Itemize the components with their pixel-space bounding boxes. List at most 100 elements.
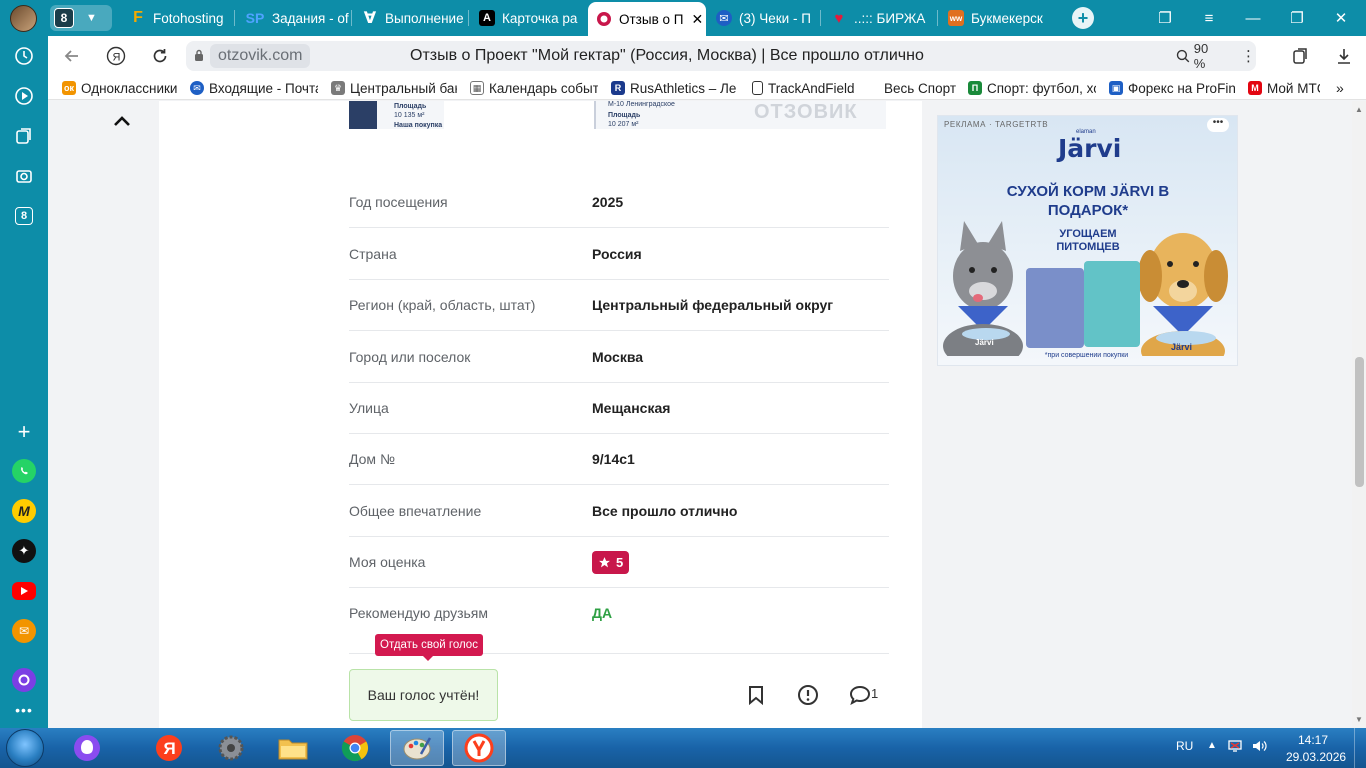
mail-sidebar-icon[interactable]: ✉ bbox=[12, 619, 36, 643]
forall-icon: ∀ bbox=[363, 10, 377, 27]
tab-zadaniya[interactable]: SP Задания - of bbox=[237, 0, 349, 36]
bookmark-odnoklassniki[interactable]: ок Одноклассники bbox=[62, 78, 182, 98]
history-icon[interactable] bbox=[12, 44, 36, 68]
field-value: Мещанская bbox=[592, 400, 671, 416]
page-scrollbar[interactable]: ▲ ▼ bbox=[1352, 101, 1366, 728]
profile-avatar[interactable] bbox=[10, 5, 37, 32]
bookmark-mts[interactable]: М Мой МТС bbox=[1248, 78, 1320, 98]
close-tab-icon[interactable]: ✕ bbox=[691, 11, 703, 28]
camera-icon[interactable] bbox=[12, 164, 36, 188]
file-explorer-icon[interactable] bbox=[266, 730, 320, 766]
report-icon[interactable] bbox=[797, 684, 819, 706]
bookmark-review-icon[interactable] bbox=[745, 684, 767, 706]
domain-chip[interactable]: otzovik.com bbox=[210, 44, 311, 68]
bookmark-centralbank[interactable]: ♛ Центральный бан bbox=[331, 78, 457, 98]
bookmark-rusathletics[interactable]: R RusAthletics – Ле bbox=[611, 78, 739, 98]
field-label: Рекомендую друзьям bbox=[349, 605, 488, 621]
field-label: Моя оценка bbox=[349, 554, 426, 570]
zoom-control[interactable]: 90 % ⋮ bbox=[1166, 41, 1256, 71]
tab-count-sidebar-icon[interactable]: 8 bbox=[12, 204, 36, 228]
minimize-icon[interactable]: — bbox=[1232, 0, 1274, 36]
address-bar[interactable]: otzovik.com Отзыв о Проект "Мой гектар" … bbox=[186, 41, 1226, 71]
youtube-icon[interactable] bbox=[12, 582, 36, 600]
settings-gear-taskbar-icon[interactable] bbox=[204, 730, 258, 766]
vote-status[interactable]: Ваш голос учтён! bbox=[349, 669, 498, 721]
more-icon[interactable]: ••• bbox=[12, 698, 36, 722]
clock-date[interactable]: 29.03.2026 bbox=[1286, 750, 1346, 764]
yandex-browser-taskbar-icon[interactable] bbox=[452, 730, 506, 766]
restore-icon[interactable]: ❐ bbox=[1276, 0, 1318, 36]
scroll-down-arrow-icon[interactable]: ▼ bbox=[1355, 715, 1363, 724]
clock-time[interactable]: 14:17 bbox=[1298, 733, 1328, 747]
tab-kartochka[interactable]: A Карточка ра bbox=[471, 0, 583, 36]
close-window-icon[interactable]: ✕ bbox=[1320, 0, 1362, 36]
start-button[interactable] bbox=[6, 729, 44, 767]
ad-menu-icon[interactable]: ••• bbox=[1207, 118, 1229, 132]
yandex-taskbar-icon[interactable]: Я bbox=[142, 730, 196, 766]
collections-add-icon[interactable] bbox=[1288, 44, 1312, 68]
new-tab-button[interactable]: + bbox=[1072, 7, 1094, 29]
address-row: Я otzovik.com Отзыв о Проект "Мой гектар… bbox=[48, 36, 1366, 76]
network-icon[interactable] bbox=[1228, 739, 1242, 756]
volume-icon[interactable] bbox=[1252, 739, 1268, 756]
tab-count-button[interactable]: 8 ▼ bbox=[50, 5, 112, 31]
bookmark-sport[interactable]: П Спорт: футбол, хо bbox=[968, 78, 1096, 98]
tab-vypolnenie[interactable]: ∀ Выполнение bbox=[354, 0, 466, 36]
field-row-street: Улица Мещанская bbox=[349, 383, 889, 434]
field-row-rating: Моя оценка 5 bbox=[349, 537, 889, 588]
menu-icon[interactable]: ≡ bbox=[1188, 0, 1230, 36]
sparkle-icon[interactable]: ✦ bbox=[12, 539, 36, 563]
bookmaker-icon: ww bbox=[948, 10, 964, 26]
back-icon[interactable] bbox=[60, 44, 84, 68]
field-value: ДА bbox=[592, 605, 613, 621]
chrome-icon[interactable] bbox=[328, 730, 382, 766]
yandex-market-icon[interactable]: M bbox=[12, 499, 36, 523]
collections-sidebar-icon[interactable] bbox=[12, 124, 36, 148]
play-icon[interactable] bbox=[12, 84, 36, 108]
paint-taskbar-icon[interactable] bbox=[390, 730, 444, 766]
photo-caption: 10 135 м² bbox=[394, 112, 425, 119]
alice-icon[interactable] bbox=[12, 668, 36, 692]
add-icon[interactable]: + bbox=[12, 419, 36, 444]
tab-divider bbox=[820, 10, 821, 26]
collections-icon[interactable]: ❐ bbox=[1144, 0, 1186, 36]
bookmark-calendar[interactable]: ▦ Календарь событ bbox=[470, 78, 598, 98]
reload-icon[interactable] bbox=[148, 44, 172, 68]
tab-count: 8 bbox=[54, 8, 74, 28]
scrollbar-thumb[interactable] bbox=[1355, 357, 1364, 487]
advertisement[interactable]: РЕКЛАМА · TARGETRTB ••• elaman Järvi СУХ… bbox=[937, 115, 1238, 366]
tray-expand-icon[interactable]: ▲ bbox=[1207, 740, 1217, 751]
scroll-up-icon[interactable] bbox=[112, 111, 132, 131]
more-bookmarks-icon[interactable]: » bbox=[1336, 78, 1356, 98]
alice-taskbar-icon[interactable] bbox=[60, 730, 114, 766]
bookmark-forex[interactable]: ▣ Форекс на ProFina bbox=[1109, 78, 1235, 98]
bookmark-vesport[interactable]: Весь Спорт bbox=[884, 78, 964, 98]
language-indicator[interactable]: RU bbox=[1176, 739, 1193, 753]
bookmarks-bar: ок Одноклассники ✉ Входящие - Почта ♛ Це… bbox=[48, 76, 1366, 100]
tab-divider bbox=[351, 10, 352, 26]
yandex-logo-icon[interactable]: Я bbox=[104, 44, 128, 68]
comment-icon[interactable] bbox=[849, 684, 871, 706]
tab-cheki[interactable]: ✉ (3) Чеки - П bbox=[708, 0, 818, 36]
whatsapp-icon[interactable] bbox=[12, 459, 36, 483]
tab-fotohosting[interactable]: F Fotohosting bbox=[122, 0, 232, 36]
field-value: Центральный федеральный округ bbox=[592, 297, 834, 313]
scroll-up-arrow-icon[interactable]: ▲ bbox=[1355, 105, 1363, 114]
tab-birzha[interactable]: ♥ ..::: БИРЖА bbox=[823, 0, 935, 36]
field-label: Страна bbox=[349, 246, 397, 262]
ad-brand: Järvi bbox=[1058, 134, 1122, 163]
bookmark-mail[interactable]: ✉ Входящие - Почта bbox=[190, 78, 318, 98]
bookmark-label: Форекс на ProFina bbox=[1128, 80, 1235, 96]
tab-bukmeker[interactable]: ww Букмекерск bbox=[940, 0, 1058, 36]
bookmark-trackandfield[interactable]: TrackAndField bbox=[752, 78, 862, 98]
field-value: Все прошло отлично bbox=[592, 503, 738, 519]
tab-otzyv-active[interactable]: Отзыв о П ✕ bbox=[588, 2, 706, 36]
show-desktop-button[interactable] bbox=[1354, 728, 1366, 768]
lock-icon[interactable] bbox=[194, 49, 204, 62]
tab-label: Отзыв о П bbox=[619, 11, 684, 27]
page-menu-icon[interactable]: ⋮ bbox=[1241, 47, 1256, 65]
tab-label: Карточка ра bbox=[502, 10, 578, 26]
download-icon[interactable] bbox=[1332, 44, 1356, 68]
review-photo[interactable]: Площадь 10 135 м² Наша покупка bbox=[349, 101, 444, 129]
otzovik-watermark: ОТЗОВИК bbox=[754, 101, 858, 123]
